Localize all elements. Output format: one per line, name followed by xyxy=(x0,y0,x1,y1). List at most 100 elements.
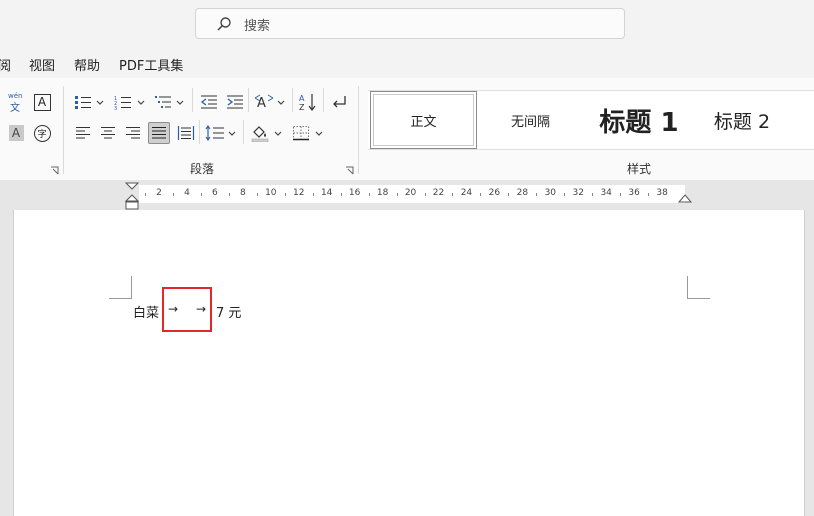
style-no-spacing[interactable]: 无间隔 xyxy=(477,91,584,149)
ruler-number: 2 xyxy=(156,188,162,198)
decrease-indent-icon xyxy=(200,95,217,109)
chevron-down-icon[interactable] xyxy=(136,98,146,108)
indent-marker-icon[interactable] xyxy=(124,181,140,211)
separator xyxy=(323,88,324,112)
align-right-button[interactable] xyxy=(122,122,144,144)
ruler-number: 30 xyxy=(544,188,557,198)
style-heading-2[interactable]: 标题 2 xyxy=(694,91,790,149)
horizontal-ruler[interactable]: 2 4 6 8 10 12 14 16 18 20 22 24 26 28 30 32 34 36 38 xyxy=(0,180,814,210)
borders-button[interactable] xyxy=(290,122,312,144)
ruler-number: 4 xyxy=(184,188,190,198)
ruler-number: 38 xyxy=(656,188,668,198)
text-direction-button[interactable]: A xyxy=(253,91,275,113)
menu-tab-review[interactable]: 阅 xyxy=(0,55,11,74)
ruler-tick xyxy=(368,193,370,196)
line-spacing-button[interactable] xyxy=(204,122,226,144)
justify-icon xyxy=(152,127,166,139)
enclose-characters-icon: 字 xyxy=(33,124,51,142)
shading-button[interactable] xyxy=(249,122,271,144)
ruler-tick xyxy=(284,193,286,196)
style-heading-1[interactable]: 标题 1 xyxy=(584,91,694,149)
ruler-number: 20 xyxy=(404,188,417,198)
sort-button[interactable]: A Z xyxy=(297,91,319,113)
ruler-number: 8 xyxy=(239,188,246,198)
search-icon xyxy=(217,17,231,31)
bullets-button[interactable] xyxy=(72,91,94,113)
ruler-tick xyxy=(648,193,650,196)
ruler-number: 18 xyxy=(376,188,389,198)
ruler-tick xyxy=(424,193,426,196)
menu-bar: 阅 视图 帮助 PDF工具集 xyxy=(0,50,814,78)
document-area xyxy=(0,210,814,516)
distributed-button[interactable] xyxy=(175,122,197,144)
character-shading-button[interactable]: A xyxy=(5,122,27,144)
ruler-tick xyxy=(145,193,147,196)
decrease-indent-button[interactable] xyxy=(198,91,220,113)
styles-gallery: 正文 无间隔 标题 1 标题 2 xyxy=(368,90,814,150)
highlight-box xyxy=(162,287,212,332)
numbering-button[interactable]: 123 xyxy=(112,91,134,113)
search-box[interactable]: 搜索 xyxy=(195,8,625,39)
right-indent-marker-icon[interactable] xyxy=(677,192,693,204)
separator xyxy=(243,120,244,144)
menu-tab-pdf-tools[interactable]: PDF工具集 xyxy=(119,55,183,74)
ruler-tick xyxy=(620,193,622,196)
chevron-down-icon[interactable] xyxy=(314,129,324,139)
menu-tab-help[interactable]: 帮助 xyxy=(74,55,100,74)
chevron-down-icon[interactable] xyxy=(95,98,105,108)
ruler-tick xyxy=(200,193,202,196)
multilevel-list-button[interactable] xyxy=(152,91,174,113)
ruler-tick xyxy=(452,193,454,196)
phonetic-guide-button[interactable]: wén 文 xyxy=(5,91,27,114)
phonetic-guide-icon: wén 文 xyxy=(8,92,23,114)
svg-text:A: A xyxy=(257,96,266,110)
group-separator xyxy=(63,86,64,174)
ruler-tick xyxy=(480,193,482,196)
borders-icon xyxy=(293,126,309,141)
align-left-button[interactable] xyxy=(72,122,94,144)
show-formatting-marks-button[interactable] xyxy=(328,91,350,113)
enclose-characters-button[interactable]: 字 xyxy=(31,122,53,144)
style-heading-2-label: 标题 2 xyxy=(713,110,771,133)
line-spacing-icon xyxy=(205,125,224,141)
menu-tab-view[interactable]: 视图 xyxy=(29,55,55,74)
ruler-tick xyxy=(312,193,314,196)
chevron-down-icon[interactable] xyxy=(276,98,286,108)
ruler-tick xyxy=(340,193,342,196)
chevron-down-icon[interactable] xyxy=(273,129,283,139)
align-right-icon xyxy=(126,127,140,139)
ruler-number: 22 xyxy=(432,188,445,198)
chevron-down-icon[interactable] xyxy=(175,98,185,108)
justify-button[interactable] xyxy=(148,122,170,144)
ruler-number: 12 xyxy=(293,188,305,198)
character-border-icon: A xyxy=(33,93,51,111)
style-no-spacing-label: 无间隔 xyxy=(510,114,550,130)
ruler-tick xyxy=(508,193,510,196)
ruler-number: 16 xyxy=(348,188,361,198)
paragraph-dialog-launcher-icon[interactable] xyxy=(345,166,354,175)
ruler-number: 6 xyxy=(212,188,218,198)
character-border-button[interactable]: A xyxy=(31,91,53,113)
svg-text:Z: Z xyxy=(299,103,305,111)
crop-mark-top-left xyxy=(109,276,132,299)
separator xyxy=(248,88,249,112)
align-center-button[interactable] xyxy=(97,122,119,144)
text-direction-icon: A xyxy=(254,94,274,110)
font-dialog-launcher-icon[interactable] xyxy=(50,166,59,175)
style-normal[interactable]: 正文 xyxy=(370,91,477,149)
ruler-tick xyxy=(564,193,566,196)
svg-text:A: A xyxy=(299,94,305,103)
styles-group-label: 样式 xyxy=(627,162,652,176)
doc-text-cabbage[interactable]: 白菜 xyxy=(133,302,159,321)
increase-indent-button[interactable] xyxy=(224,91,246,113)
sort-icon: A Z xyxy=(299,94,316,111)
chevron-down-icon[interactable] xyxy=(227,129,237,139)
ruler-tick xyxy=(396,193,398,196)
paint-bucket-icon xyxy=(251,126,269,142)
doc-text-price[interactable]: 7 元 xyxy=(216,302,241,321)
ruler-number: 32 xyxy=(572,188,584,198)
ruler-tick xyxy=(536,193,538,196)
increase-indent-icon xyxy=(227,95,243,109)
document-page[interactable] xyxy=(13,210,805,516)
separator xyxy=(199,120,200,144)
